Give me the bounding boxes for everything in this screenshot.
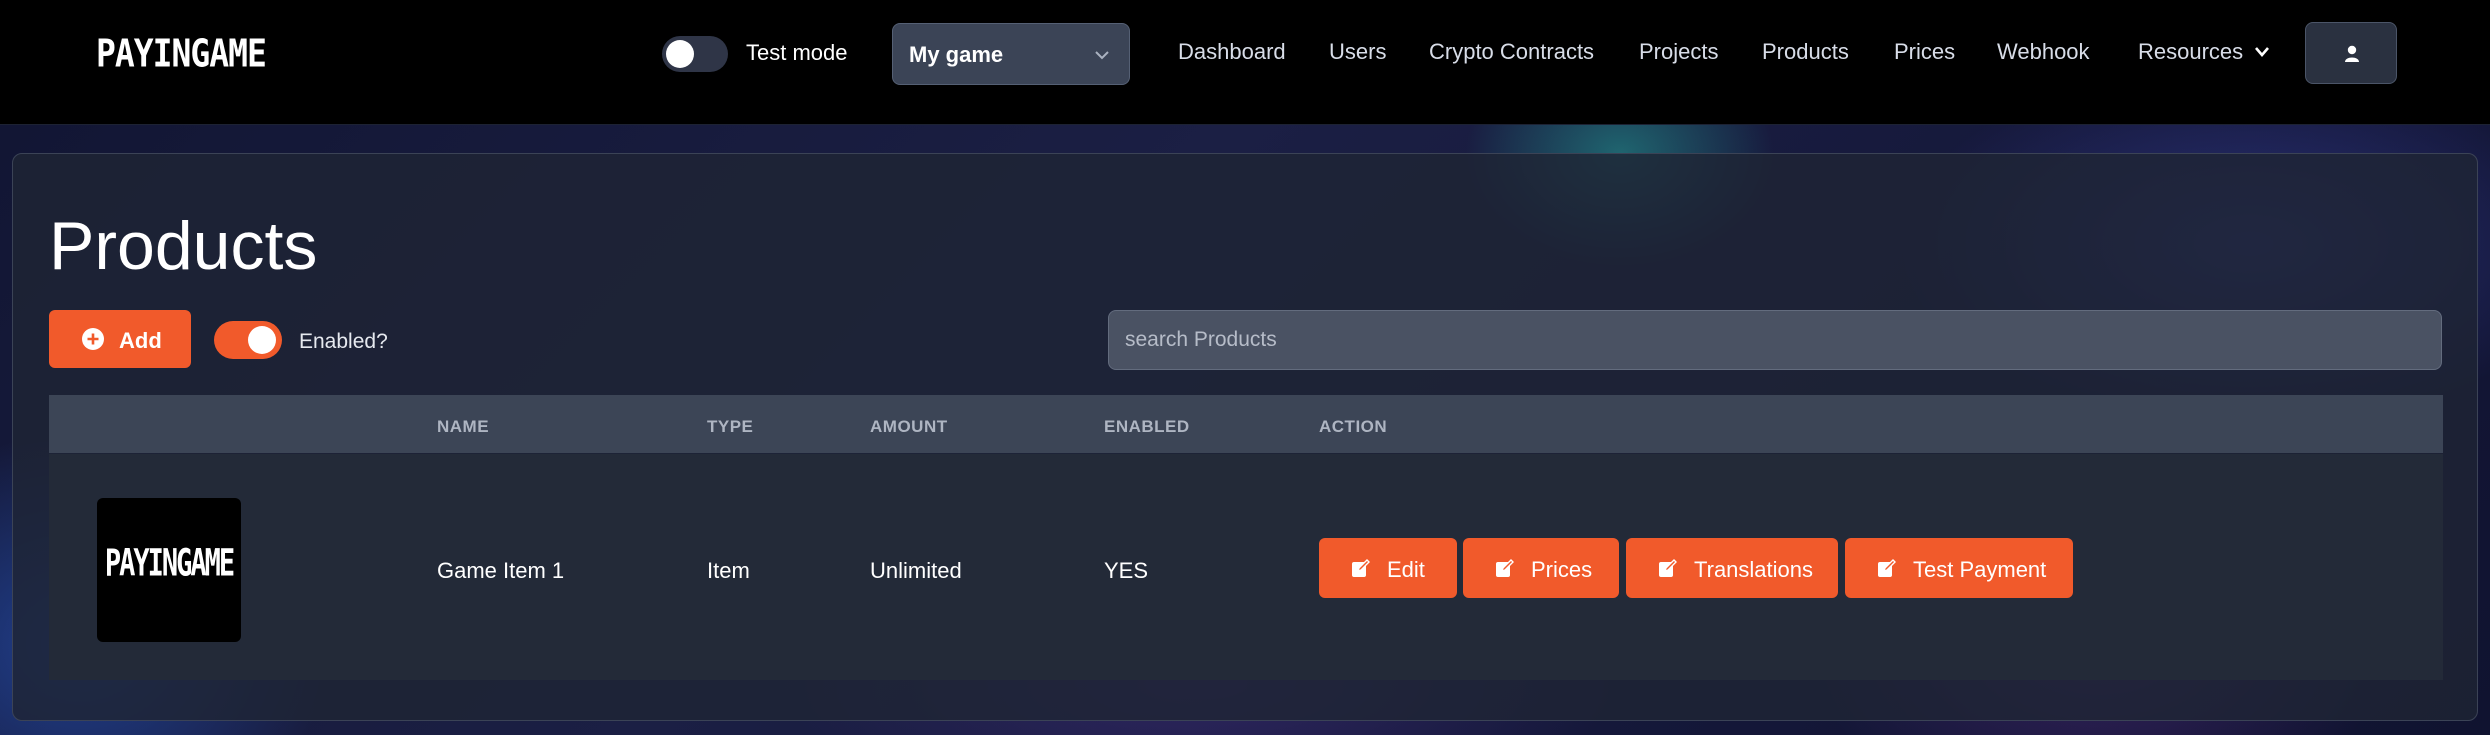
enabled-filter-toggle[interactable] [214, 321, 282, 359]
user-menu-button[interactable] [2305, 22, 2397, 84]
product-thumbnail: PAYINGAME [97, 498, 241, 642]
nav-projects[interactable]: Projects [1639, 39, 1718, 65]
chevron-down-icon [1095, 51, 1109, 60]
enabled-filter-label: Enabled? [299, 330, 388, 353]
column-header-type[interactable]: TYPE [707, 417, 753, 437]
edit-button-label: Edit [1387, 557, 1425, 582]
test-payment-button-label: Test Payment [1913, 557, 2047, 582]
add-button[interactable]: Add [49, 310, 191, 368]
nav-products[interactable]: Products [1762, 39, 1849, 65]
column-header-action: ACTION [1319, 417, 1388, 436]
translations-button[interactable]: Translations [1626, 538, 1838, 598]
brand-logo[interactable]: PAYINGAME [96, 29, 267, 80]
edit-icon [1878, 559, 1896, 577]
table-header: NAME TYPE AMOUNT ENABLED ACTION [49, 395, 2443, 453]
plus-circle-icon [82, 328, 104, 350]
edit-icon [1496, 559, 1514, 577]
edit-icon [1659, 559, 1677, 577]
product-thumbnail-logo: PAYINGAME [104, 541, 235, 586]
cell-amount: Unlimited [870, 558, 962, 583]
test-mode-toggle[interactable] [662, 36, 728, 72]
game-select[interactable]: My game [892, 23, 1130, 85]
test-payment-button[interactable]: Test Payment [1845, 538, 2073, 598]
translations-button-label: Translations [1694, 557, 1814, 582]
add-button-label: Add [119, 328, 162, 353]
nav-resources[interactable]: Resources [2138, 39, 2243, 65]
nav-dashboard[interactable]: Dashboard [1178, 39, 1286, 65]
user-icon [2345, 45, 2359, 62]
edit-button[interactable]: Edit [1319, 538, 1457, 598]
prices-button-label: Prices [1531, 557, 1593, 582]
test-mode-label: Test mode [746, 40, 848, 65]
cell-enabled: YES [1104, 558, 1149, 583]
search-input[interactable] [1108, 310, 2442, 370]
column-header-name[interactable]: NAME [437, 417, 489, 437]
cell-type: Item [707, 558, 750, 583]
nav-crypto-contracts[interactable]: Crypto Contracts [1429, 39, 1594, 65]
game-select-value: My game [909, 42, 1004, 67]
table-row: PAYINGAME Game Item 1 Item Unlimited YES… [49, 454, 2443, 680]
column-header-amount[interactable]: AMOUNT [870, 417, 948, 437]
edit-icon [1352, 559, 1370, 577]
nav-users[interactable]: Users [1329, 39, 1386, 65]
prices-button[interactable]: Prices [1463, 538, 1619, 598]
nav-webhook[interactable]: Webhook [1997, 39, 2090, 65]
cell-name: Game Item 1 [437, 558, 565, 583]
chevron-down-icon[interactable] [2252, 44, 2272, 60]
column-header-enabled[interactable]: ENABLED [1104, 417, 1190, 437]
toggle-knob [248, 326, 276, 354]
toggle-knob [666, 40, 694, 68]
nav-prices[interactable]: Prices [1894, 39, 1955, 65]
products-panel: Products Add Enabled? NAME TYPE AMOUNT E… [12, 153, 2478, 721]
top-navbar: PAYINGAME Test mode My game Dashboard Us… [0, 0, 2490, 125]
page-title: Products [49, 208, 318, 284]
